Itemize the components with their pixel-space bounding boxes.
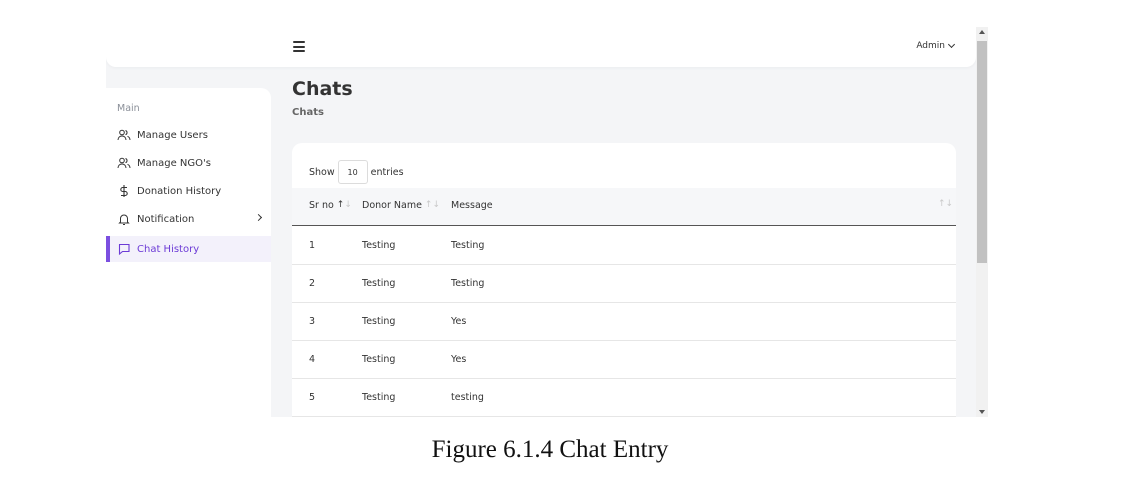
table-row: 3 Testing Yes <box>292 303 956 341</box>
cell-message: testing <box>451 392 484 403</box>
cell-message: Testing <box>451 240 485 251</box>
sidebar-item-notification[interactable]: Notification <box>106 206 271 232</box>
chevron-down-icon <box>947 40 956 49</box>
column-header-donor-name[interactable]: Donor Name ↑ ↓ <box>362 200 440 211</box>
sidebar-item-manage-users[interactable]: Manage Users <box>106 122 271 148</box>
entries-label: entries <box>370 166 404 178</box>
table-row: 1 Testing Testing <box>292 227 956 265</box>
cell-sr-no: 3 <box>309 316 316 327</box>
cell-message: Yes <box>451 316 467 327</box>
scroll-up-arrow-icon[interactable] <box>979 30 985 34</box>
sidebar-item-label: Manage Users <box>137 129 208 141</box>
sidebar-item-chat-history[interactable]: Chat History <box>106 236 271 262</box>
sidebar-item-label: Chat History <box>137 243 200 255</box>
cell-donor-name: Testing <box>362 354 396 365</box>
users-icon <box>117 128 131 142</box>
scroll-down-arrow-icon[interactable] <box>979 410 985 414</box>
cell-donor-name: Testing <box>362 316 396 327</box>
sidebar-item-manage-ngos[interactable]: Manage NGO's <box>106 150 271 176</box>
sidebar-item-donation-history[interactable]: Donation History <box>106 178 271 204</box>
admin-menu[interactable]: Admin <box>916 40 956 51</box>
cell-message: Testing <box>451 278 485 289</box>
sort-icon[interactable]: ↑ ↓ <box>938 200 953 209</box>
breadcrumb: Chats <box>292 107 324 118</box>
sidebar-item-label: Donation History <box>137 185 222 197</box>
users-icon <box>117 156 131 170</box>
top-bar: Admin <box>106 27 976 67</box>
sort-icon: ↑ ↓ <box>336 200 352 210</box>
table-row: 5 Testing testing <box>292 379 956 417</box>
sidebar: Main Manage Users Manage NGO's Donation … <box>106 88 271 417</box>
entries-length-control: Show 10 entries <box>309 160 404 184</box>
vertical-scrollbar[interactable] <box>976 27 988 417</box>
cell-message: Yes <box>451 354 467 365</box>
figure-caption: Figure 6.1.4 Chat Entry <box>431 436 669 463</box>
cell-donor-name: Testing <box>362 392 396 403</box>
cell-donor-name: Testing <box>362 240 396 251</box>
cell-sr-no: 5 <box>309 392 316 403</box>
cell-sr-no: 4 <box>309 354 316 365</box>
admin-label: Admin <box>916 41 945 51</box>
sidebar-section-label: Main <box>117 103 140 114</box>
entries-select[interactable]: 10 <box>337 160 368 184</box>
sidebar-item-label: Notification <box>137 213 195 225</box>
table-row: 2 Testing Testing <box>292 265 956 303</box>
dollar-icon <box>117 184 131 198</box>
show-label: Show <box>309 166 335 178</box>
hamburger-icon[interactable] <box>293 41 305 52</box>
bell-icon <box>117 212 131 226</box>
table-header: Sr no ↑ ↓ Donor Name ↑ ↓ Message ↑ ↓ <box>292 188 956 226</box>
sidebar-item-label: Manage NGO's <box>137 157 211 169</box>
column-header-sr-no[interactable]: Sr no ↑ ↓ <box>309 200 352 211</box>
scrollbar-thumb[interactable] <box>977 41 987 263</box>
cell-sr-no: 2 <box>309 278 316 289</box>
chevron-right-icon <box>254 213 263 222</box>
app-window: Admin Main Manage Users Manage NGO's Don… <box>106 27 976 417</box>
table-row: 4 Testing Yes <box>292 341 956 379</box>
page-title: Chats <box>292 78 353 100</box>
cell-donor-name: Testing <box>362 278 396 289</box>
sort-icon: ↑ ↓ <box>424 200 441 210</box>
cell-sr-no: 1 <box>309 240 316 251</box>
chats-table-card: Show 10 entries Sr no ↑ ↓ Donor Name ↑ ↓ M… <box>292 143 956 417</box>
chat-icon <box>117 242 131 256</box>
column-header-message[interactable]: Message <box>451 200 493 211</box>
